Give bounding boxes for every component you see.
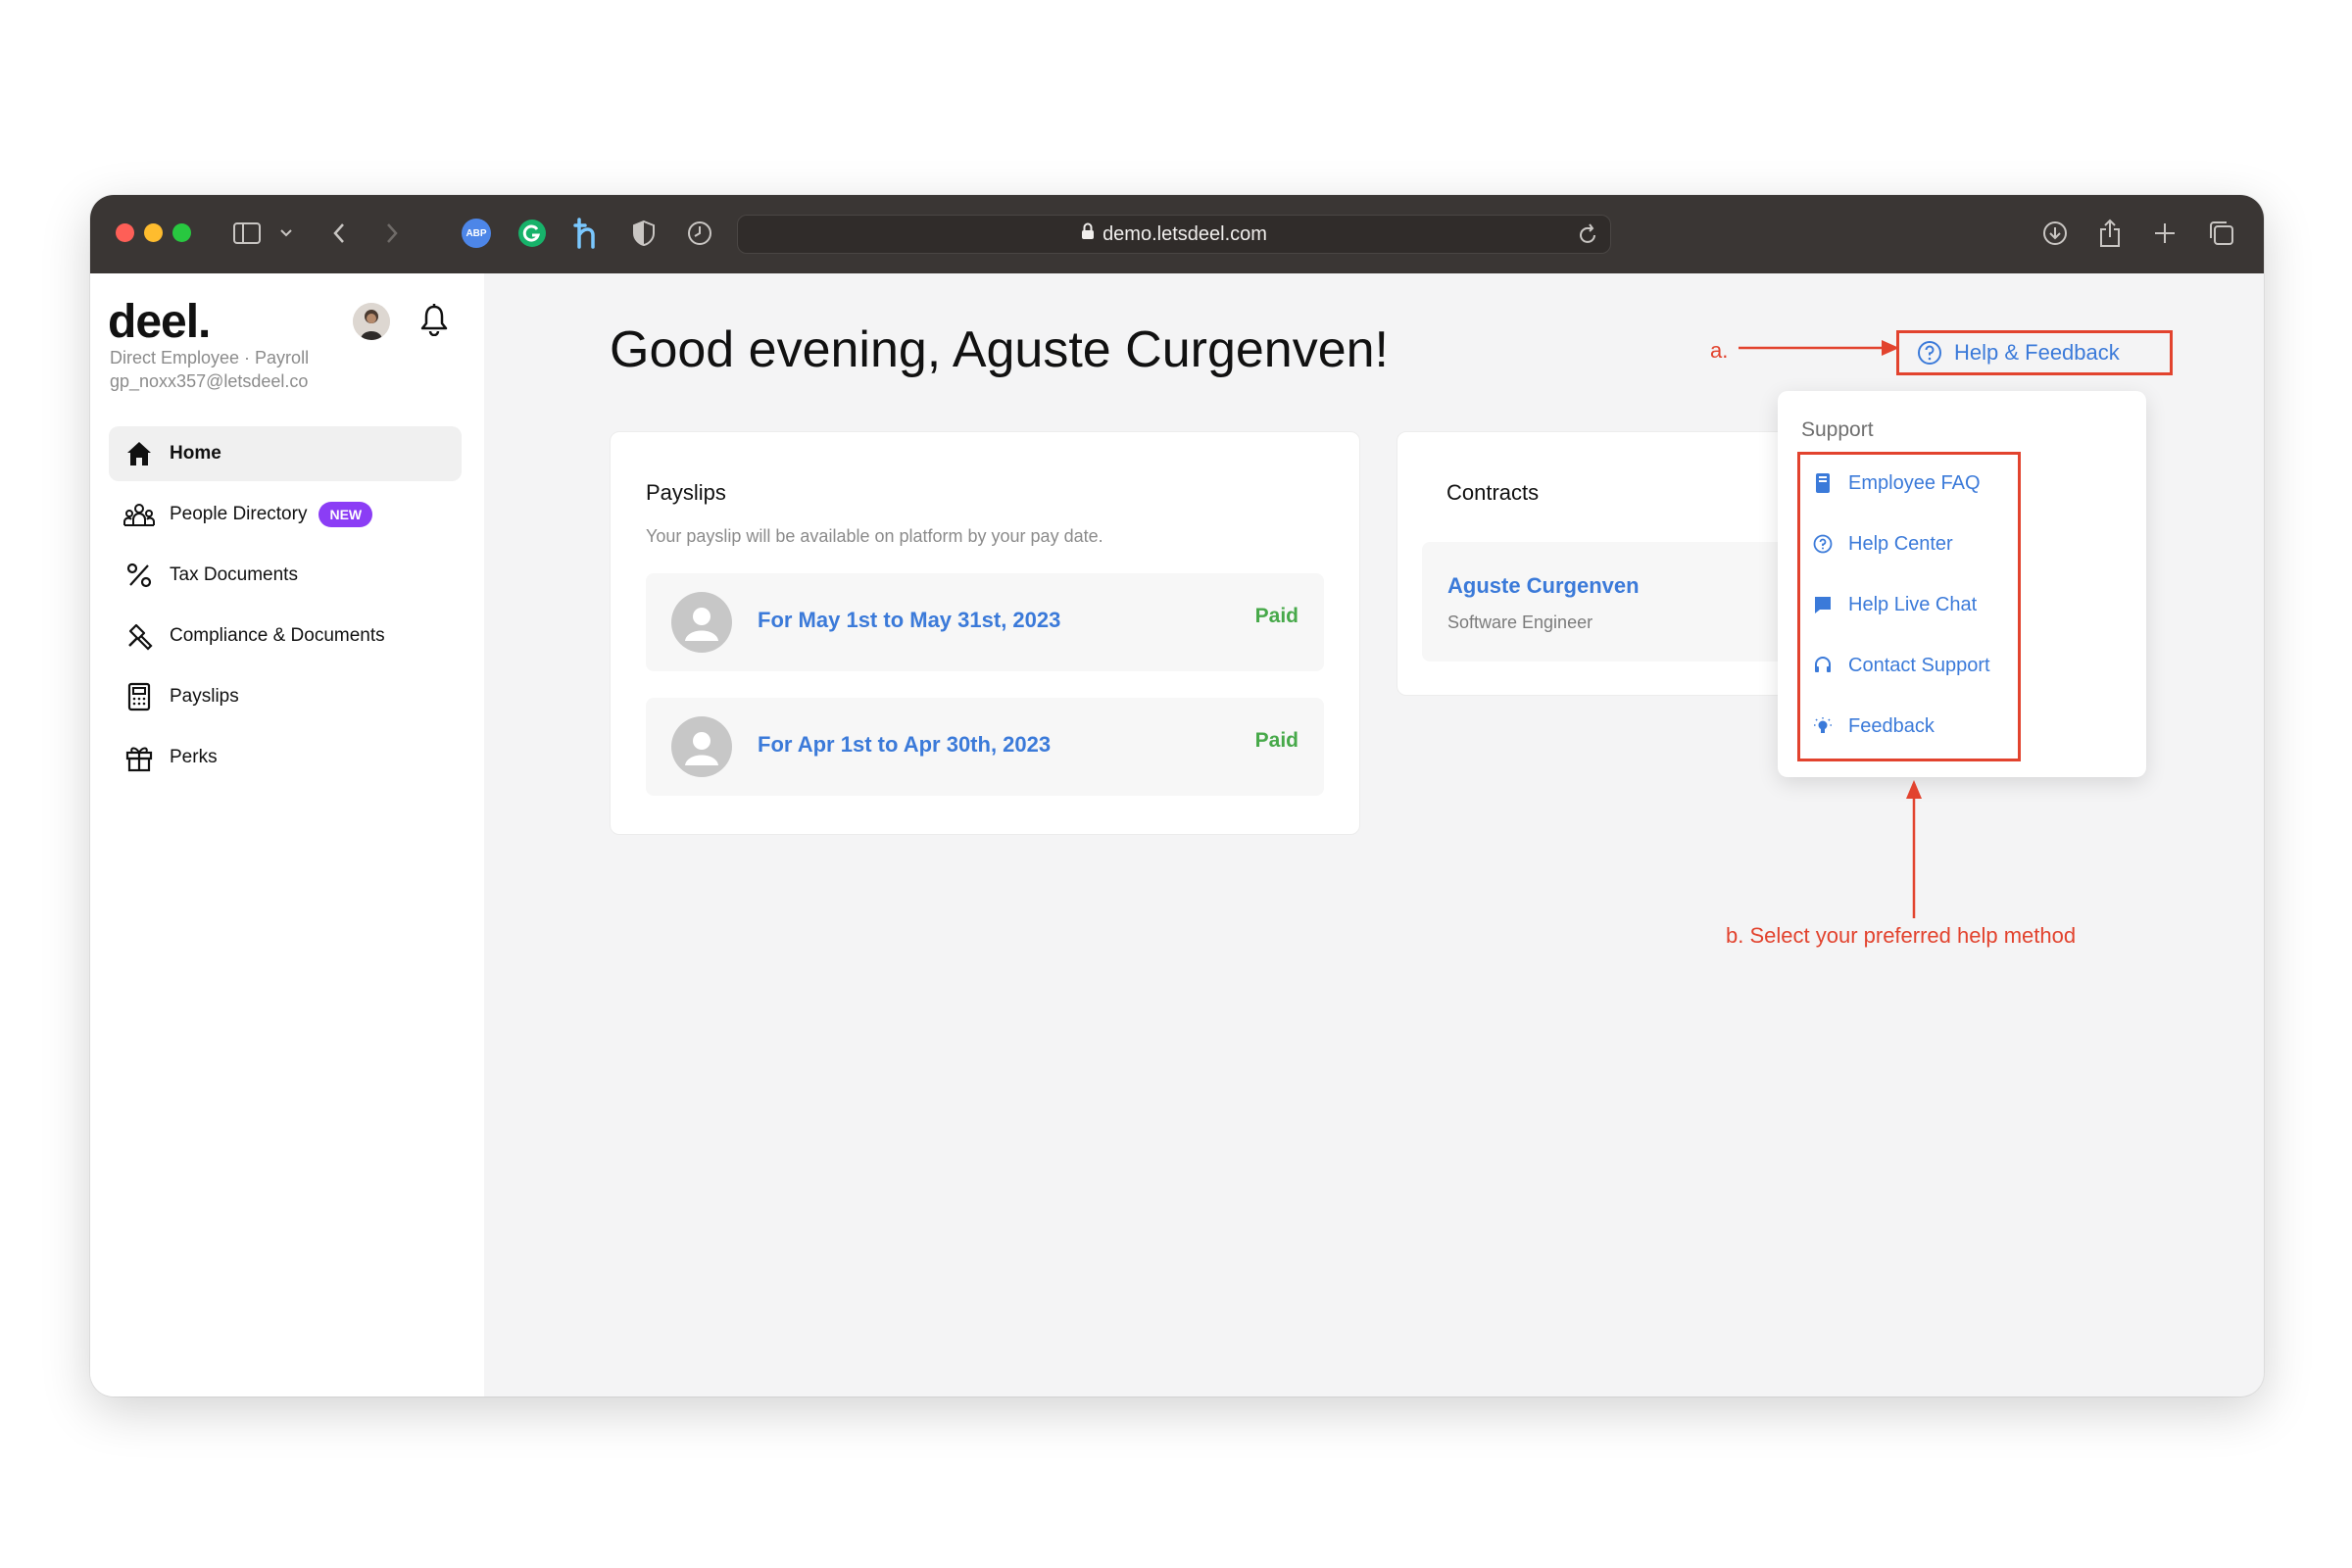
lock-icon xyxy=(1081,222,1095,246)
user-placeholder-icon xyxy=(671,716,732,777)
sidebar-item-label: People Directory xyxy=(170,504,308,524)
abp-extension-icon[interactable]: ABP xyxy=(460,217,493,250)
payslip-period-link[interactable]: For Apr 1st to Apr 30th, 2023 xyxy=(758,732,1051,758)
sidebar-item-home[interactable]: Home xyxy=(109,426,462,481)
history-icon[interactable] xyxy=(683,217,716,250)
grammarly-icon[interactable] xyxy=(515,217,549,250)
dropdown-title: Support xyxy=(1801,418,1874,441)
headset-icon xyxy=(1813,655,1833,676)
menu-item-employee-faq[interactable]: Employee FAQ xyxy=(1813,468,1981,498)
sidebar-item-label: Home xyxy=(170,443,221,464)
deel-logo[interactable]: deel. xyxy=(108,295,211,349)
menu-item-label: Help Live Chat xyxy=(1848,593,1978,615)
back-icon[interactable] xyxy=(327,217,351,250)
annotation-arrow-up xyxy=(1906,780,1922,918)
menu-item-label: Employee FAQ xyxy=(1848,471,1981,494)
sidebar-item-label: Perks xyxy=(170,747,218,767)
home-icon xyxy=(122,437,156,470)
honey-icon[interactable] xyxy=(570,217,604,250)
payslip-row[interactable]: For Apr 1st to Apr 30th, 2023 Paid xyxy=(646,698,1324,796)
new-tab-icon[interactable] xyxy=(2148,217,2181,250)
contracts-card: Contracts Aguste Curgenven Software Engi… xyxy=(1396,431,1818,696)
annotation-a-label: a. xyxy=(1710,338,1729,363)
zoom-window-button[interactable] xyxy=(172,223,191,242)
book-icon xyxy=(1813,472,1833,494)
share-icon[interactable] xyxy=(2093,217,2127,250)
menu-item-feedback[interactable]: Feedback xyxy=(1813,711,1935,741)
close-window-button[interactable] xyxy=(116,223,134,242)
payslip-period-link[interactable]: For May 1st to May 31st, 2023 xyxy=(758,608,1060,633)
payslips-card: Payslips Your payslip will be available … xyxy=(610,431,1360,835)
payslip-icon xyxy=(122,680,156,713)
sidebar-item-label: Payslips xyxy=(170,686,239,707)
payslips-card-subtitle: Your payslip will be available on platfo… xyxy=(646,526,1103,546)
annotation-b-label: b. Select your preferred help method xyxy=(1726,923,2077,948)
sidebar: deel. Direct Employee · Payroll gp_noxx3… xyxy=(90,273,484,1396)
menu-item-label: Contact Support xyxy=(1848,654,1990,676)
question-circle-icon xyxy=(1917,340,1942,366)
avatar[interactable] xyxy=(353,303,390,340)
sidebar-item-compliance-documents[interactable]: Compliance & Documents xyxy=(109,609,462,663)
notification-bell-icon[interactable] xyxy=(419,303,449,341)
browser-toolbar: ABP demo.letsdeel.com xyxy=(90,195,2264,273)
sidebar-item-label: Compliance & Documents xyxy=(170,625,385,646)
help-feedback-button[interactable]: Help & Feedback xyxy=(1896,330,2173,375)
sidebar-item-perks[interactable]: Perks xyxy=(109,730,462,785)
contracts-card-title: Contracts xyxy=(1446,480,1540,505)
reload-icon[interactable] xyxy=(1579,223,1598,251)
sidebar-item-people-directory[interactable]: People Directory NEW xyxy=(109,487,462,542)
contract-name-link[interactable]: Aguste Curgenven xyxy=(1447,573,1640,599)
payslip-row[interactable]: For May 1st to May 31st, 2023 Paid xyxy=(646,573,1324,671)
gift-icon xyxy=(122,741,156,774)
sidebar-item-label: Tax Documents xyxy=(170,564,298,585)
new-badge: NEW xyxy=(318,502,373,527)
menu-item-help-live-chat[interactable]: Help Live Chat xyxy=(1813,590,1977,619)
percent-icon xyxy=(122,559,156,592)
abp-label: ABP xyxy=(462,219,491,248)
user-employment-type: Direct Employee · Payroll xyxy=(110,348,310,368)
page-title: Good evening, Aguste Curgenven! xyxy=(610,321,1390,378)
help-feedback-label: Help & Feedback xyxy=(1954,340,2120,365)
lightbulb-icon xyxy=(1813,715,1833,737)
tabs-overview-icon[interactable] xyxy=(2205,217,2238,250)
question-circle-icon xyxy=(1813,533,1833,555)
download-icon[interactable] xyxy=(2038,217,2072,250)
url-text: demo.letsdeel.com xyxy=(1102,222,1267,245)
gavel-icon xyxy=(122,619,156,653)
support-dropdown: Support Employee FAQ Help Center Help Li… xyxy=(1778,391,2146,777)
contract-row[interactable]: Aguste Curgenven Software Engineer xyxy=(1422,542,1814,662)
status-badge: Paid xyxy=(1254,605,1298,627)
chevron-down-icon[interactable] xyxy=(276,217,296,250)
forward-icon[interactable] xyxy=(380,217,404,250)
chat-icon xyxy=(1813,594,1833,615)
sidebar-toggle-icon[interactable] xyxy=(230,217,264,250)
user-email: gp_noxx357@letsdeel.co xyxy=(110,371,309,391)
annotation-arrow-right xyxy=(1739,340,1899,356)
minimize-window-button[interactable] xyxy=(144,223,163,242)
menu-item-label: Feedback xyxy=(1848,714,1935,737)
payslips-card-title: Payslips xyxy=(646,480,726,505)
status-badge: Paid xyxy=(1254,729,1298,752)
privacy-shield-icon[interactable] xyxy=(627,217,661,250)
menu-item-label: Help Center xyxy=(1848,532,1953,555)
browser-window: ABP demo.letsdeel.com deel. Direct Emplo… xyxy=(90,195,2264,1396)
address-bar[interactable]: demo.letsdeel.com xyxy=(737,215,1611,254)
sidebar-item-payslips[interactable]: Payslips xyxy=(109,669,462,724)
people-icon xyxy=(122,498,156,531)
user-placeholder-icon xyxy=(671,592,732,653)
contract-role: Software Engineer xyxy=(1447,612,1593,632)
sidebar-item-tax-documents[interactable]: Tax Documents xyxy=(109,548,462,603)
menu-item-help-center[interactable]: Help Center xyxy=(1813,529,1953,559)
menu-item-contact-support[interactable]: Contact Support xyxy=(1813,651,1990,680)
sidebar-nav: Home People Directory NEW Tax Documents xyxy=(109,426,462,791)
